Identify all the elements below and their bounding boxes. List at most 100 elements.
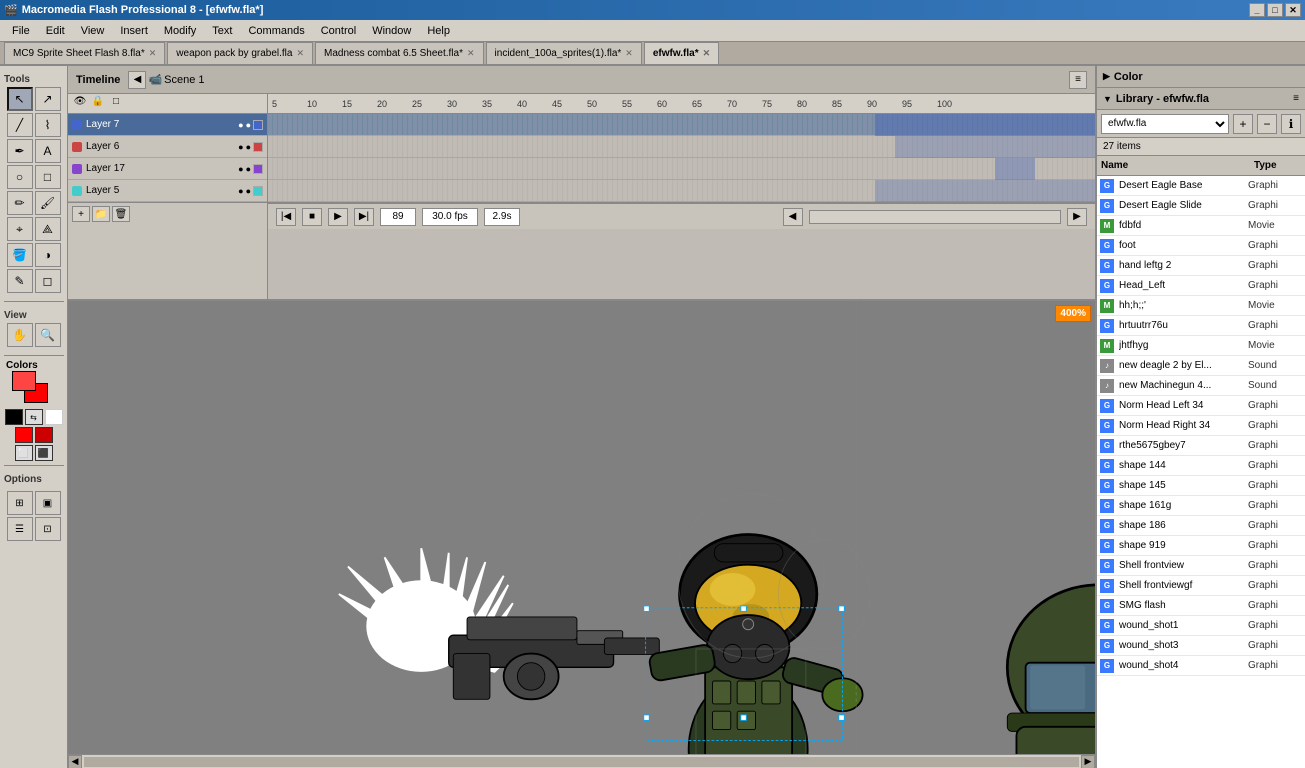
library-item-12[interactable]: GNorm Head Right 34Graphi bbox=[1097, 416, 1305, 436]
stage-area[interactable]: 400% ◀ ▶ bbox=[68, 301, 1095, 768]
stage-hscrollbar[interactable]: ◀ ▶ bbox=[68, 754, 1095, 768]
swap-colors[interactable]: ⇆ bbox=[25, 409, 43, 425]
menu-window[interactable]: Window bbox=[364, 23, 419, 39]
color-extra-1[interactable] bbox=[15, 427, 33, 443]
layer-row-17[interactable]: Layer 17 ● ● bbox=[68, 158, 267, 180]
library-item-18[interactable]: Gshape 919Graphi bbox=[1097, 536, 1305, 556]
tool-oval[interactable]: ○ bbox=[7, 165, 33, 189]
option-btn-1[interactable]: ⊞ bbox=[7, 491, 33, 515]
library-item-1[interactable]: GDesert Eagle SlideGraphi bbox=[1097, 196, 1305, 216]
tool-brush[interactable]: 🖌 bbox=[35, 191, 61, 215]
tool-pen[interactable]: ✒ bbox=[7, 139, 33, 163]
library-list[interactable]: GDesert Eagle BaseGraphiGDesert Eagle Sl… bbox=[1097, 176, 1305, 768]
layer-row-6[interactable]: Layer 6 ● ● bbox=[68, 136, 267, 158]
tool-rect[interactable]: □ bbox=[35, 165, 61, 189]
tool-line[interactable]: ╱ bbox=[7, 113, 33, 137]
library-item-4[interactable]: Ghand leftg 2Graphi bbox=[1097, 256, 1305, 276]
scroll-left-button[interactable]: ◀ bbox=[783, 208, 803, 226]
menu-modify[interactable]: Modify bbox=[156, 23, 204, 39]
delete-layer-button[interactable]: 🗑 bbox=[112, 206, 130, 222]
add-layer-button[interactable]: + bbox=[72, 206, 90, 222]
fill-color-swatch[interactable] bbox=[12, 371, 36, 391]
timeline-scrollbar[interactable] bbox=[809, 210, 1062, 224]
library-item-8[interactable]: MjhtfhygMovie bbox=[1097, 336, 1305, 356]
tool-eyedropper[interactable]: ✎ bbox=[7, 269, 33, 293]
library-item-6[interactable]: Mhh;h;;'Movie bbox=[1097, 296, 1305, 316]
library-item-20[interactable]: GShell frontviewgfGraphi bbox=[1097, 576, 1305, 596]
option-btn-4[interactable]: ⊡ bbox=[35, 517, 61, 541]
tool-freexform[interactable]: ⌖ bbox=[7, 217, 33, 241]
library-item-16[interactable]: Gshape 161gGraphi bbox=[1097, 496, 1305, 516]
library-props-btn[interactable]: ℹ bbox=[1281, 114, 1301, 134]
tool-arrow[interactable]: ↖ bbox=[7, 87, 33, 111]
tab-efwfw[interactable]: efwfw.fla* ✕ bbox=[644, 42, 719, 64]
color-extra-3[interactable]: ⬜ bbox=[15, 445, 33, 461]
tool-fill[interactable]: ⟁ bbox=[35, 217, 61, 241]
menu-edit[interactable]: Edit bbox=[38, 23, 73, 39]
menu-file[interactable]: File bbox=[4, 23, 38, 39]
layer-row-5[interactable]: Layer 5 ● ● bbox=[68, 180, 267, 202]
tool-zoom[interactable]: 🔍 bbox=[35, 323, 61, 347]
library-item-23[interactable]: Gwound_shot3Graphi bbox=[1097, 636, 1305, 656]
tool-pencil[interactable]: ✏ bbox=[7, 191, 33, 215]
tool-ink[interactable]: 🪣 bbox=[7, 243, 33, 267]
nav-back-button[interactable]: ◀ bbox=[128, 71, 146, 89]
black-white-swatch[interactable] bbox=[5, 409, 23, 425]
no-color-swatch[interactable] bbox=[45, 409, 63, 425]
option-btn-3[interactable]: ☰ bbox=[7, 517, 33, 541]
color-extra-2[interactable] bbox=[35, 427, 53, 443]
close-button[interactable]: ✕ bbox=[1285, 3, 1301, 17]
play-button[interactable]: ▶ bbox=[328, 208, 348, 226]
timeline-tab-label[interactable]: Timeline bbox=[76, 74, 120, 86]
tab-efwfw-close[interactable]: ✕ bbox=[703, 48, 711, 59]
library-item-17[interactable]: Gshape 186Graphi bbox=[1097, 516, 1305, 536]
prev-keyframe-button[interactable]: |◀ bbox=[276, 208, 296, 226]
scroll-right-btn[interactable]: ▶ bbox=[1081, 755, 1095, 768]
tab-madness-close[interactable]: ✕ bbox=[467, 48, 475, 59]
hscroll-thumb[interactable] bbox=[84, 757, 1079, 767]
add-folder-button[interactable]: 📁 bbox=[92, 206, 110, 222]
next-keyframe-button[interactable]: ▶| bbox=[354, 208, 374, 226]
tab-incident[interactable]: incident_100a_sprites(1).fla* ✕ bbox=[486, 42, 642, 64]
library-item-15[interactable]: Gshape 145Graphi bbox=[1097, 476, 1305, 496]
library-item-9[interactable]: ♪new deagle 2 by El...Sound bbox=[1097, 356, 1305, 376]
color-panel-header[interactable]: ▶ Color bbox=[1097, 66, 1305, 88]
tab-madness[interactable]: Madness combat 6.5 Sheet.fla* ✕ bbox=[315, 42, 484, 64]
menu-help[interactable]: Help bbox=[419, 23, 458, 39]
layer-row-7[interactable]: Layer 7 ● ● bbox=[68, 114, 267, 136]
library-file-select[interactable]: efwfw.fla bbox=[1101, 114, 1229, 134]
library-item-11[interactable]: GNorm Head Left 34Graphi bbox=[1097, 396, 1305, 416]
tool-lasso[interactable]: ⌇ bbox=[35, 113, 61, 137]
tab-incident-close[interactable]: ✕ bbox=[625, 48, 633, 59]
menu-insert[interactable]: Insert bbox=[112, 23, 156, 39]
tool-paint[interactable]: ◑ bbox=[35, 243, 61, 267]
library-new-btn[interactable]: + bbox=[1233, 114, 1253, 134]
library-options-icon[interactable]: ≡ bbox=[1293, 93, 1299, 104]
library-item-5[interactable]: GHead_LeftGraphi bbox=[1097, 276, 1305, 296]
maximize-button[interactable]: □ bbox=[1267, 3, 1283, 17]
color-extra-4[interactable]: ⬛ bbox=[35, 445, 53, 461]
library-item-13[interactable]: Grthe5675gbey7Graphi bbox=[1097, 436, 1305, 456]
option-btn-2[interactable]: ▣ bbox=[35, 491, 61, 515]
stop-button[interactable]: ■ bbox=[302, 208, 322, 226]
scroll-left-btn[interactable]: ◀ bbox=[68, 755, 82, 768]
library-item-2[interactable]: MfdbfdMovie bbox=[1097, 216, 1305, 236]
tool-eraser[interactable]: ◻ bbox=[35, 269, 61, 293]
library-item-14[interactable]: Gshape 144Graphi bbox=[1097, 456, 1305, 476]
library-item-24[interactable]: Gwound_shot4Graphi bbox=[1097, 656, 1305, 676]
scroll-right-button[interactable]: ▶ bbox=[1067, 208, 1087, 226]
library-item-21[interactable]: GSMG flashGraphi bbox=[1097, 596, 1305, 616]
title-bar-controls[interactable]: _ □ ✕ bbox=[1249, 3, 1301, 17]
tab-weapon-close[interactable]: ✕ bbox=[296, 48, 304, 59]
library-delete-btn[interactable]: − bbox=[1257, 114, 1277, 134]
library-item-10[interactable]: ♪new Machinegun 4...Sound bbox=[1097, 376, 1305, 396]
menu-control[interactable]: Control bbox=[313, 23, 364, 39]
menu-view[interactable]: View bbox=[73, 23, 113, 39]
tab-weapon[interactable]: weapon pack by grabel.fla ✕ bbox=[167, 42, 313, 64]
tool-text[interactable]: A bbox=[35, 139, 61, 163]
menu-commands[interactable]: Commands bbox=[240, 23, 312, 39]
timeline-options-button[interactable]: ≡ bbox=[1069, 71, 1087, 89]
menu-text[interactable]: Text bbox=[204, 23, 240, 39]
tab-mc9[interactable]: MC9 Sprite Sheet Flash 8.fla* ✕ bbox=[4, 42, 165, 64]
library-item-7[interactable]: Ghrtuutrr76uGraphi bbox=[1097, 316, 1305, 336]
